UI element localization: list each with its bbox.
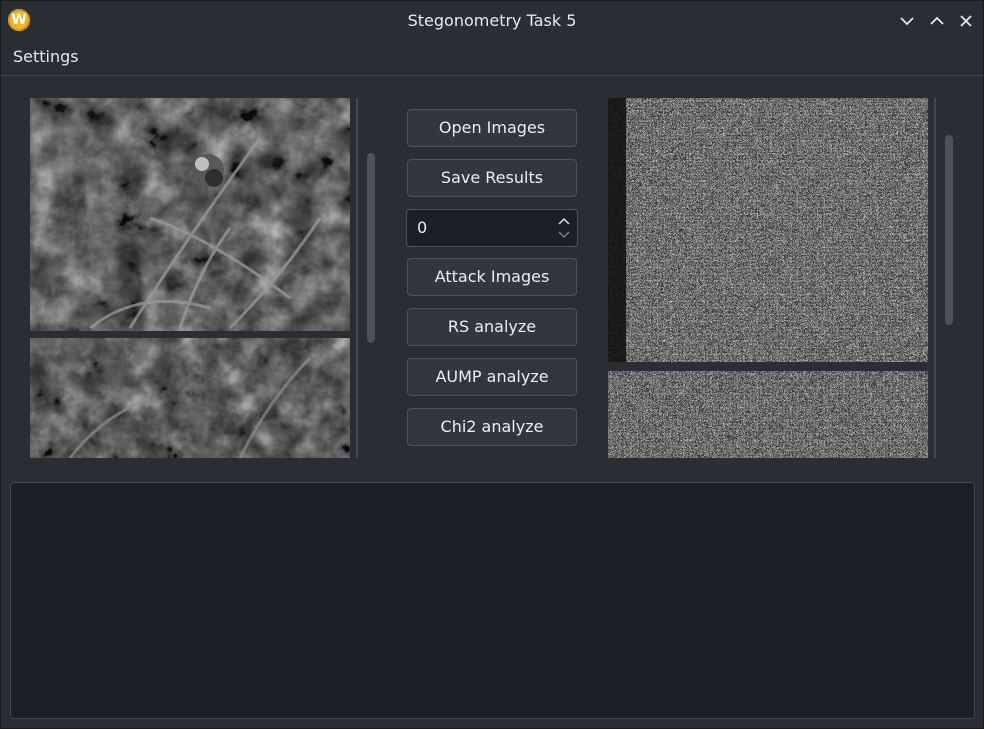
result-image-1 — [608, 98, 928, 362]
rs-analyze-button[interactable]: RS analyze — [407, 308, 577, 346]
title-bar[interactable]: W Stegonometry Task 5 — [1, 1, 983, 41]
result-images-pane[interactable] — [608, 98, 928, 458]
aump-analyze-button[interactable]: AUMP analyze — [407, 358, 577, 396]
spin-down-icon[interactable] — [557, 229, 571, 241]
result-image-2 — [608, 371, 928, 458]
app-window: W Stegonometry Task 5 Settings Open Imag… — [0, 0, 984, 729]
original-images-pane[interactable] — [30, 98, 350, 458]
original-image-1 — [30, 98, 350, 331]
close-button[interactable] — [956, 11, 976, 31]
close-icon — [960, 15, 972, 27]
attack-images-button[interactable]: Attack Images — [407, 258, 577, 296]
parameter-spinbox[interactable]: 0 — [406, 209, 578, 247]
minimize-button[interactable] — [897, 11, 917, 31]
output-text-area[interactable] — [10, 482, 975, 719]
right-pane-scrollbar[interactable] — [945, 135, 953, 325]
maximize-button[interactable] — [927, 11, 947, 31]
left-pane-scrollbar[interactable] — [367, 153, 375, 343]
menu-bar: Settings — [1, 41, 983, 76]
left-pane-divider — [356, 98, 358, 458]
right-pane-divider — [934, 98, 936, 458]
menu-settings[interactable]: Settings — [13, 41, 79, 75]
maximize-icon — [930, 16, 944, 25]
minimize-icon — [900, 17, 914, 26]
spinbox-value[interactable]: 0 — [417, 210, 427, 246]
original-image-2 — [30, 338, 350, 458]
spin-up-icon[interactable] — [557, 215, 571, 227]
chi2-analyze-button[interactable]: Chi2 analyze — [407, 408, 577, 446]
open-images-button[interactable]: Open Images — [407, 109, 577, 147]
window-title: Stegonometry Task 5 — [407, 11, 577, 30]
save-results-button[interactable]: Save Results — [407, 159, 577, 197]
